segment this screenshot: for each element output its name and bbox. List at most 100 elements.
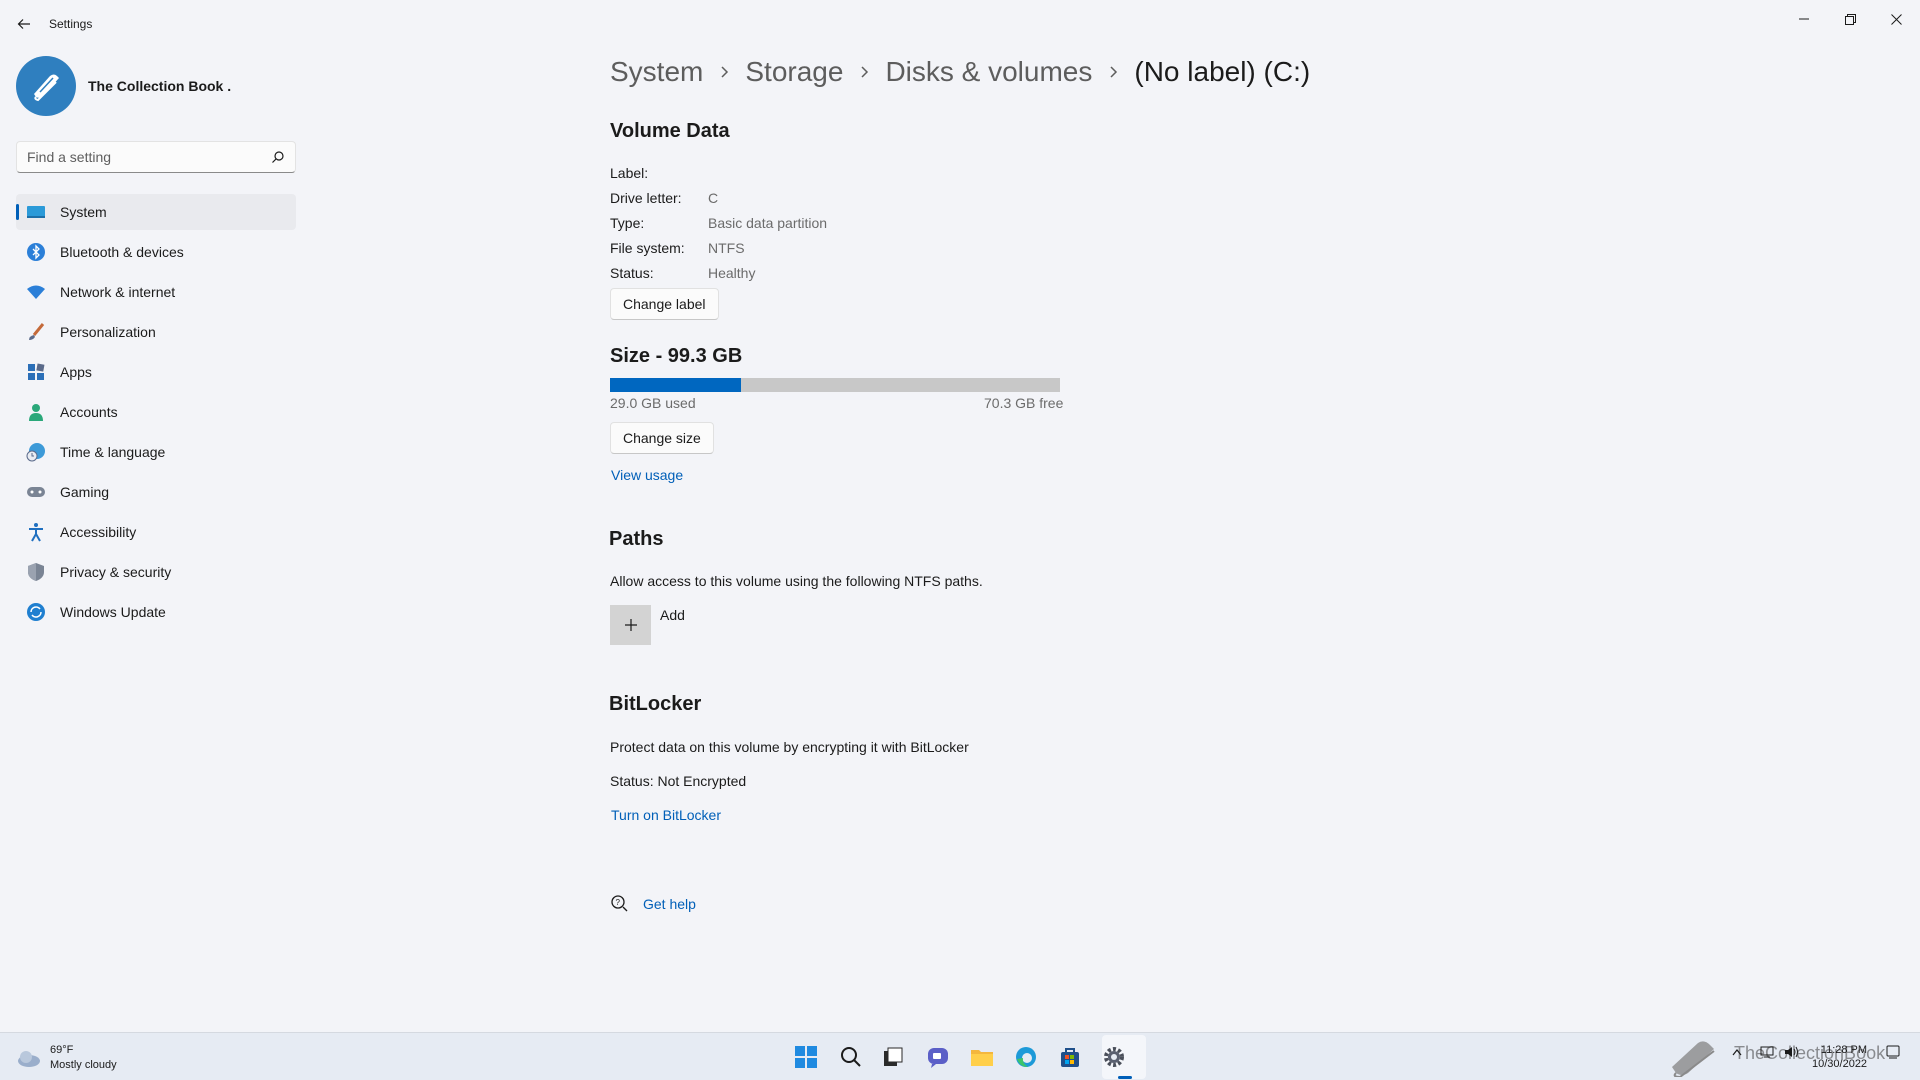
field-value: C [708, 190, 719, 206]
bitlocker-heading: BitLocker [609, 693, 702, 715]
sidebar-item-label: Privacy & security [60, 564, 172, 580]
sidebar-item-windows-update[interactable]: Windows Update [16, 594, 296, 630]
help-icon: ? [610, 894, 628, 917]
minimize-icon [1799, 18, 1809, 20]
title-bar: Settings [0, 0, 1920, 48]
field-key: Status: [610, 265, 654, 281]
sidebar-item-personalization[interactable]: Personalization [16, 314, 296, 350]
store-icon [1061, 1048, 1079, 1067]
page-title: (No label) (C:) [1134, 56, 1311, 87]
taskbar-search-button[interactable] [835, 1041, 867, 1073]
clock[interactable]: 11:28 PM 10/30/2022 [1812, 1043, 1867, 1071]
edge-button[interactable] [1010, 1041, 1042, 1073]
close-icon [1890, 13, 1902, 25]
get-help-link[interactable]: Get help [643, 896, 696, 912]
bitlocker-status: Status: Not Encrypted [610, 773, 747, 789]
breadcrumb: System Storage Disks & volumes (No label… [610, 56, 1310, 88]
sidebar-item-time-language[interactable]: Time & language [16, 434, 296, 470]
sidebar-item-label: Time & language [60, 444, 166, 460]
field-value: Basic data partition [708, 215, 828, 231]
bitlocker-description: Protect data on this volume by encryptin… [610, 739, 969, 755]
gear-icon [1104, 1047, 1124, 1067]
paths-description: Allow access to this volume using the fo… [610, 573, 983, 589]
back-arrow-icon [17, 19, 30, 29]
shield-icon [26, 562, 46, 582]
globe-clock-icon [26, 442, 46, 462]
profile-name: The Collection Book . [88, 78, 232, 94]
app-title: Settings [49, 17, 93, 31]
start-button[interactable] [790, 1041, 822, 1073]
breadcrumb-storage[interactable]: Storage [745, 56, 843, 88]
chevron-up-icon[interactable] [1732, 1047, 1742, 1059]
store-button[interactable] [1054, 1041, 1086, 1073]
usage-bar [610, 378, 1060, 392]
plus-icon [624, 619, 637, 631]
sidebar-item-accounts[interactable]: Accounts [16, 394, 296, 430]
search-input[interactable] [17, 142, 257, 172]
field-key: Type: [610, 215, 645, 231]
wifi-icon [26, 282, 46, 302]
update-icon [26, 602, 46, 622]
brush-icon [26, 322, 46, 342]
edge-icon [1016, 1047, 1036, 1067]
field-key: File system: [610, 240, 685, 256]
view-usage-link[interactable]: View usage [611, 467, 683, 483]
field-value: Healthy [708, 265, 756, 281]
sidebar-item-privacy[interactable]: Privacy & security [16, 554, 296, 590]
clock-date: 10/30/2022 [1812, 1058, 1868, 1070]
search-icon [272, 151, 284, 163]
add-path-button[interactable] [610, 605, 651, 645]
weather-widget[interactable]: 69°F Mostly cloudy [16, 1043, 117, 1073]
task-view-button[interactable] [877, 1041, 909, 1073]
file-explorer-button[interactable] [966, 1041, 998, 1073]
sidebar-item-system[interactable]: System [16, 194, 296, 230]
sidebar-item-label: Personalization [60, 324, 156, 340]
system-icon [26, 202, 46, 222]
used-label: 29.0 GB used [610, 395, 696, 411]
settings-taskbar-button[interactable] [1098, 1041, 1130, 1073]
notification-icon[interactable] [1886, 1045, 1900, 1062]
folder-icon [971, 1050, 993, 1066]
chevron-right-icon [1108, 65, 1118, 79]
weather-temp: 69°F [50, 1044, 74, 1056]
sidebar-item-accessibility[interactable]: Accessibility [16, 514, 296, 550]
clock-time: 11:28 PM [1820, 1044, 1868, 1056]
book-watermark-icon [1666, 1037, 1722, 1080]
profile-card[interactable]: The Collection Book . [16, 56, 231, 116]
volume-icon[interactable] [1784, 1045, 1800, 1062]
network-icon[interactable] [1760, 1045, 1776, 1062]
field-key: Drive letter: [610, 190, 682, 206]
sidebar-item-label: Apps [60, 364, 92, 380]
minimize-button[interactable] [1782, 6, 1826, 32]
sidebar-item-apps[interactable]: Apps [16, 354, 296, 390]
sidebar-item-network[interactable]: Network & internet [16, 274, 296, 310]
restore-icon [1844, 13, 1856, 25]
weather-desc: Mostly cloudy [50, 1059, 117, 1071]
search-box[interactable] [16, 141, 296, 173]
teams-chat-button[interactable] [922, 1041, 954, 1073]
change-label-button[interactable]: Change label [610, 288, 719, 320]
close-button[interactable] [1874, 6, 1918, 32]
back-button[interactable] [12, 12, 36, 36]
usage-bar-used [610, 378, 742, 392]
restore-button[interactable] [1828, 6, 1872, 32]
add-path-label[interactable]: Add [660, 607, 685, 623]
field-key: Label: [610, 165, 649, 181]
chevron-right-icon [859, 65, 869, 79]
turn-on-bitlocker-link[interactable]: Turn on BitLocker [611, 807, 721, 823]
breadcrumb-disks-volumes[interactable]: Disks & volumes [885, 56, 1092, 88]
sidebar-item-gaming[interactable]: Gaming [16, 474, 296, 510]
apps-icon [26, 362, 46, 382]
sidebar-item-label: Network & internet [60, 284, 176, 300]
chat-icon [928, 1048, 948, 1068]
gamepad-icon [26, 482, 46, 502]
sidebar-nav: System Bluetooth & devices Network & int… [16, 194, 296, 634]
sidebar-item-label: Bluetooth & devices [60, 244, 184, 260]
search-icon [841, 1047, 861, 1067]
person-icon [26, 402, 46, 422]
book-icon [34, 74, 59, 102]
cloud-icon [18, 1051, 40, 1067]
breadcrumb-system[interactable]: System [610, 56, 703, 88]
sidebar-item-bluetooth[interactable]: Bluetooth & devices [16, 234, 296, 270]
change-size-button[interactable]: Change size [610, 422, 714, 454]
